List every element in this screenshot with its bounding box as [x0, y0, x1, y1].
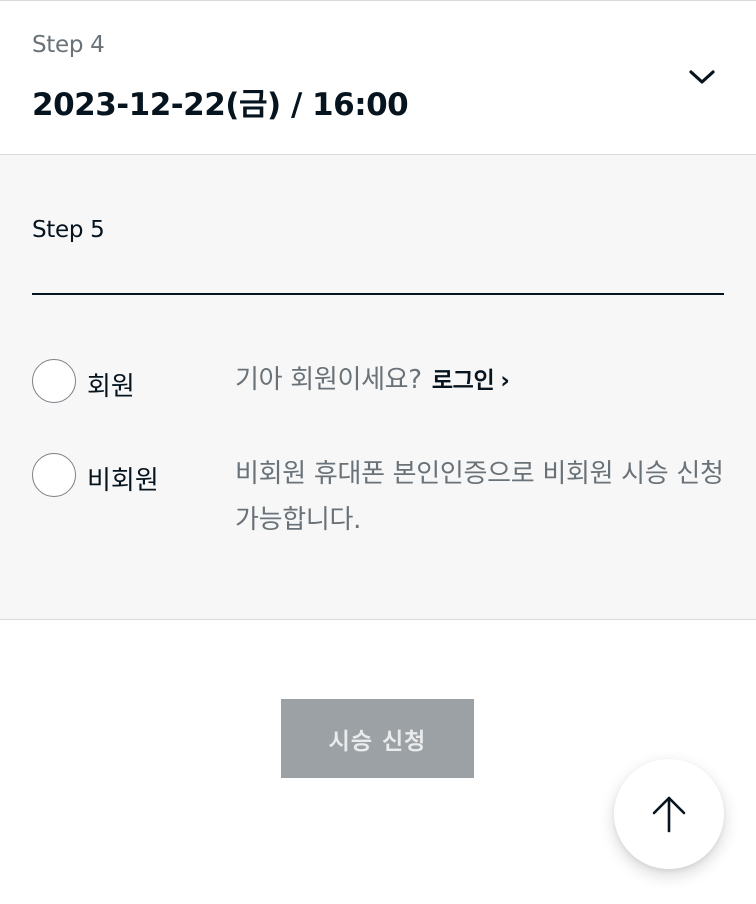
option-non-member-label: 비회원 — [87, 466, 159, 496]
step4-header[interactable]: Step 4 2023-12-22(금) / 16:00 — [0, 1, 756, 155]
option-non-member-description: 비회원 휴대폰 본인인증으로 비회원 시승 신청 가능합니다. — [235, 459, 724, 535]
step4-label: Step 4 — [32, 32, 105, 58]
arrow-up-icon — [652, 796, 686, 833]
login-link-label: 로그인 — [431, 368, 495, 394]
member-question: 기아 회원이세요? — [235, 365, 422, 395]
step5-divider — [32, 293, 724, 295]
chevron-right-icon: › — [500, 368, 510, 394]
option-member[interactable]: 회원 기아 회원이세요? 로그인 › — [32, 359, 724, 405]
radio-non-member[interactable] — [32, 453, 76, 497]
option-member-label: 회원 — [87, 372, 135, 402]
chevron-down-icon[interactable] — [688, 67, 716, 87]
step5-section: Step 5 회원 기아 회원이세요? 로그인 › 비회원 비회원 휴대폰 본인인증… — [0, 155, 756, 620]
radio-member[interactable] — [32, 359, 76, 403]
option-member-description: 기아 회원이세요? 로그인 › — [235, 357, 727, 404]
scroll-to-top-button[interactable] — [614, 759, 724, 869]
login-link[interactable]: 로그인 › — [432, 368, 510, 394]
step5-label: Step 5 — [32, 217, 105, 243]
apply-test-drive-button[interactable]: 시승 신청 — [281, 699, 474, 778]
option-non-member[interactable]: 비회원 비회원 휴대폰 본인인증으로 비회원 시승 신청 가능합니다. — [32, 453, 724, 553]
step4-selected-datetime: 2023-12-22(금) / 16:00 — [32, 87, 409, 123]
